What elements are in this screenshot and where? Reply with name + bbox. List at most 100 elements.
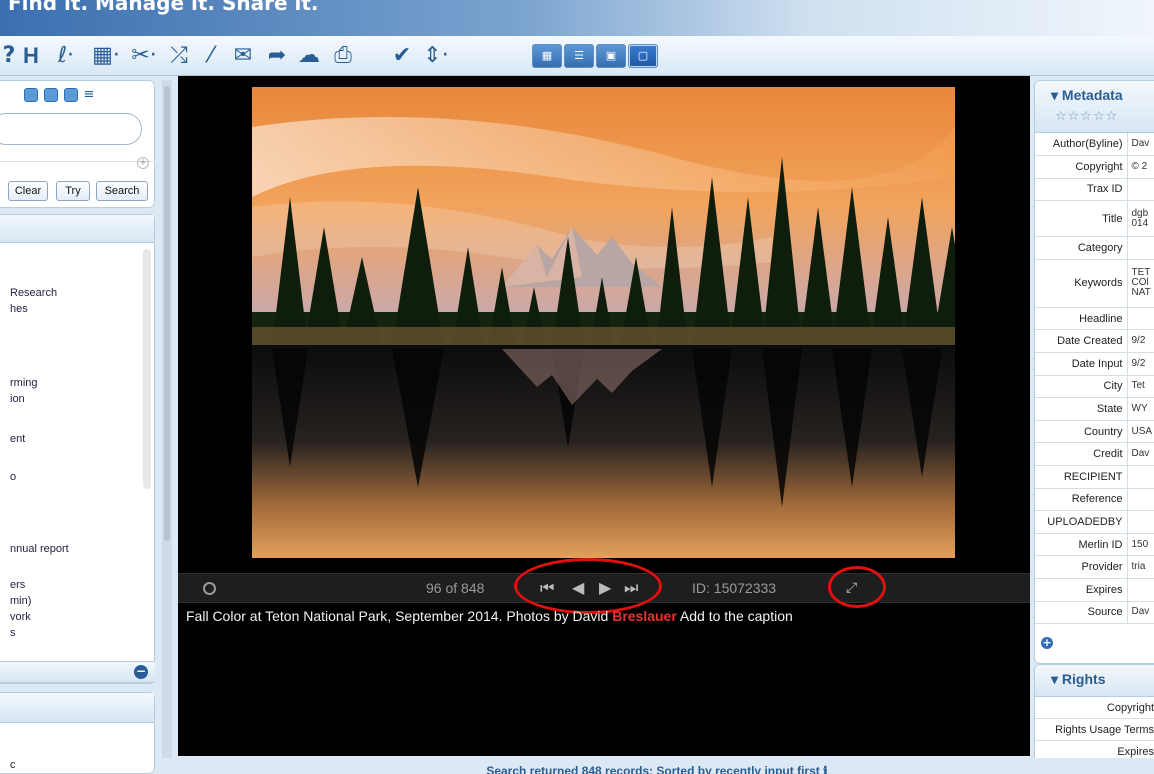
list-item[interactable]: vork <box>10 611 31 623</box>
grid-view-button[interactable]: ▦ <box>532 44 562 68</box>
select-circle-icon[interactable] <box>203 582 216 595</box>
metadata-value[interactable]: USA <box>1127 420 1154 444</box>
metadata-value[interactable] <box>1127 307 1154 331</box>
scrollbar-track[interactable] <box>143 249 151 489</box>
metadata-value[interactable]: © 2 <box>1127 155 1154 179</box>
rating-stars[interactable]: ☆☆☆☆☆ <box>1055 109 1118 124</box>
scissors-icon[interactable]: ✂· <box>124 42 164 70</box>
try-button[interactable]: Try <box>56 181 90 201</box>
shuffle-icon[interactable]: ⤮ <box>164 42 194 70</box>
metadata-row: Keywords TET COl NAT <box>1035 259 1154 308</box>
help-icon[interactable]: ? <box>2 42 16 70</box>
list-view-button[interactable]: ☰ <box>564 44 594 68</box>
metadata-key: Credit <box>1035 442 1128 467</box>
metadata-value[interactable]: 9/2 <box>1127 329 1154 354</box>
caption-add-text[interactable]: Add to the caption <box>677 608 793 624</box>
metadata-key: Date Created <box>1035 329 1128 354</box>
metadata-row: Author(Byline) Dav <box>1035 133 1154 157</box>
share-arrow-icon[interactable]: ➦ <box>262 42 292 70</box>
metadata-row: State WY <box>1035 397 1154 421</box>
list-item[interactable]: min) <box>10 595 31 607</box>
clear-button[interactable]: Clear <box>8 181 48 201</box>
calendar-icon[interactable]: ▦· <box>86 42 126 70</box>
metadata-header: ▾ Metadata ☆☆☆☆☆ <box>1035 81 1154 133</box>
right-sidebar: ▾ Metadata ☆☆☆☆☆ Author(Byline) Dav Copyri… <box>1034 80 1154 774</box>
image-counter: 96 of 848 <box>426 580 485 596</box>
info-icon[interactable]: ℹ <box>823 764 828 774</box>
metadata-row: Trax ID <box>1035 178 1154 202</box>
metadata-value[interactable]: 9/2 <box>1127 352 1154 376</box>
view-mode-group: ▦ ☰ ▣ ▢ <box>532 44 658 68</box>
caption-highlight: Breslauer <box>612 608 677 624</box>
list-item[interactable]: ers <box>10 579 25 591</box>
search-button[interactable]: Search <box>96 181 148 201</box>
metadata-title[interactable]: ▾ Metadata <box>1051 87 1123 104</box>
list-item[interactable]: o <box>10 471 16 483</box>
splitter-grip[interactable] <box>164 86 170 541</box>
metadata-row: City Tet <box>1035 375 1154 399</box>
list-lines-icon[interactable]: ≡ <box>83 87 94 102</box>
sort-icon[interactable]: ⇕· <box>418 42 454 70</box>
branch-icon[interactable]: ℓ· <box>48 42 84 70</box>
list-item[interactable]: s <box>10 627 16 639</box>
metadata-row: Copyright © 2 <box>1035 155 1154 179</box>
metadata-value[interactable] <box>1127 178 1154 202</box>
search-input[interactable] <box>0 113 142 145</box>
image-view-button[interactable]: ▣ <box>596 44 626 68</box>
metadata-value[interactable]: Dav <box>1127 442 1154 467</box>
list-item[interactable]: ent <box>10 433 25 445</box>
rights-title[interactable]: ▾ Rights <box>1051 671 1105 688</box>
collapse-icon[interactable]: − <box>134 665 148 679</box>
metadata-value[interactable]: TET COl NAT <box>1127 259 1154 308</box>
image-caption[interactable]: Fall Color at Teton National Park, Septe… <box>186 608 793 624</box>
metadata-value[interactable]: 150 <box>1127 533 1154 557</box>
metadata-row: Category <box>1035 236 1154 260</box>
metadata-row: Country USA <box>1035 420 1154 444</box>
metadata-value[interactable] <box>1127 510 1154 534</box>
printer-icon[interactable]: ⎙ <box>328 42 358 70</box>
metadata-value[interactable]: WY <box>1127 397 1154 421</box>
metadata-key: Country <box>1035 420 1128 444</box>
image-viewer: 96 of 848 ⏮ ◀ ▶ ⏭ ID: 15072333 ⤢ Fall Co… <box>178 76 1030 756</box>
add-field-icon[interactable]: + <box>1041 637 1053 649</box>
list-item[interactable]: Research <box>10 287 57 299</box>
metadata-value[interactable] <box>1127 236 1154 260</box>
metadata-value[interactable]: Tet <box>1127 375 1154 399</box>
list-item[interactable]: nnual report <box>10 543 69 555</box>
magic-wand-icon[interactable]: ⁄ <box>196 42 226 70</box>
slideshow-view-button[interactable]: ▢ <box>628 44 658 68</box>
metadata-value[interactable]: Dav <box>1127 133 1154 157</box>
annotation-circle-fullscreen <box>828 566 886 608</box>
divider <box>0 161 155 162</box>
h-icon[interactable]: H <box>20 42 42 70</box>
image-id: ID: 15072333 <box>692 580 777 596</box>
camera-icon[interactable] <box>24 87 38 102</box>
checkmark-icon[interactable]: ✔ <box>388 42 416 70</box>
metadata-row: Provider tria <box>1035 555 1154 579</box>
metadata-value[interactable] <box>1127 488 1154 512</box>
film-icon[interactable] <box>43 87 58 102</box>
list-item[interactable]: ion <box>10 393 25 405</box>
app-banner: Find it. Manage it. Share it. <box>0 0 1154 36</box>
metadata-value[interactable]: Dav <box>1127 601 1154 625</box>
metadata-value[interactable]: tria <box>1127 555 1154 579</box>
panel-header <box>0 215 154 243</box>
status-text: Search returned 848 records; Sorted by r… <box>486 764 820 774</box>
metadata-value[interactable] <box>1127 578 1154 602</box>
add-criteria-icon[interactable]: + <box>137 157 149 169</box>
metadata-row: Credit Dav <box>1035 442 1154 467</box>
list-item[interactable]: rming <box>10 377 38 389</box>
cloud-upload-icon[interactable]: ☁ <box>294 42 324 70</box>
list-item[interactable]: hes <box>10 303 28 315</box>
rights-row: Copyright <box>1035 697 1154 719</box>
document-icon[interactable] <box>63 87 78 102</box>
saved-searches-panel: Research hes rming ion ent o nnual repor… <box>0 214 155 684</box>
caption-text: Fall Color at Teton National Park, Septe… <box>186 608 613 624</box>
metadata-value[interactable]: dgb 014 <box>1127 200 1154 238</box>
envelope-icon[interactable]: ✉ <box>228 42 258 70</box>
metadata-value[interactable] <box>1127 465 1154 489</box>
app-tagline: Find it. Manage it. Share it. <box>8 0 319 15</box>
left-sidebar: ≡ + Clear Try Search Research hes rming … <box>0 80 160 774</box>
list-item[interactable]: c <box>10 759 16 771</box>
preview-photo[interactable] <box>252 87 955 558</box>
